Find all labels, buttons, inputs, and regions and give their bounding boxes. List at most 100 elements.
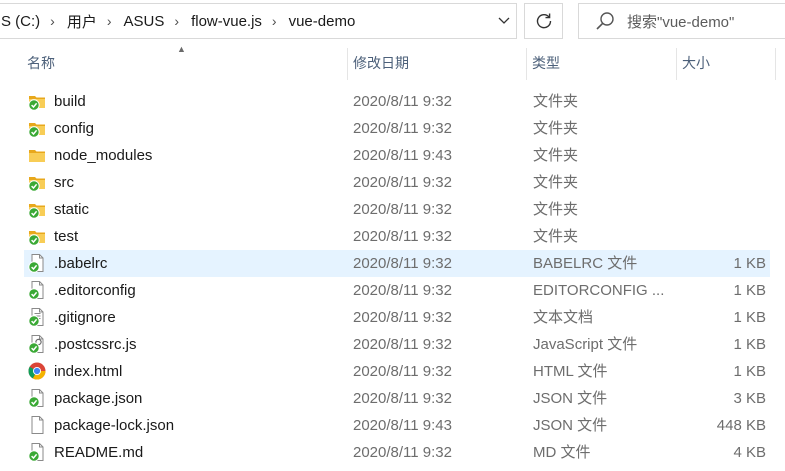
column-header-name[interactable]: 名称 — [27, 44, 347, 82]
file-name: .postcssrc.js — [54, 336, 137, 353]
file-synced-icon — [27, 388, 47, 408]
column-header-type[interactable]: 类型 — [532, 44, 672, 82]
file-row[interactable]: test 2020/8/11 9:32 文件夹 — [24, 223, 770, 250]
file-type: 文件夹 — [533, 228, 579, 245]
breadcrumb-separator-icon[interactable]: › — [266, 13, 283, 29]
address-bar[interactable]: S (C:) › 用户 › ASUS › flow-vue.js › vue-d… — [0, 3, 517, 39]
file-type: 文件夹 — [533, 174, 579, 191]
file-size: 1 KB — [733, 363, 766, 380]
file-modified-date: 2020/8/11 9:32 — [353, 255, 452, 272]
file-type: 文件夹 — [533, 201, 579, 218]
file-size: 3 KB — [733, 390, 766, 407]
file-type: 文件夹 — [533, 93, 579, 110]
column-divider[interactable] — [775, 48, 776, 80]
file-modified-date: 2020/8/11 9:32 — [353, 174, 452, 191]
file-name: node_modules — [54, 147, 153, 164]
file-name: config — [54, 120, 95, 137]
address-history-dropdown-icon[interactable] — [491, 3, 517, 39]
file-row[interactable]: .postcssrc.js 2020/8/11 9:32 JavaScript 文件… — [24, 331, 770, 358]
folder-synced-icon — [27, 226, 47, 246]
breadcrumb-flow-vue[interactable]: flow-vue.js — [185, 13, 266, 30]
file-row[interactable]: .babelrc 2020/8/11 9:32 BABELRC 文件 1 KB — [24, 250, 770, 277]
file-modified-date: 2020/8/11 9:43 — [353, 417, 452, 434]
file-name: .gitignore — [54, 309, 116, 326]
file-name: src — [54, 174, 74, 191]
file-type: EDITORCONFIG ... — [533, 282, 665, 299]
file-name: .babelrc — [54, 255, 108, 272]
file-modified-date: 2020/8/11 9:43 — [353, 147, 452, 164]
file-synced-icon — [27, 253, 47, 273]
file-name: test — [54, 228, 79, 245]
column-divider[interactable] — [526, 48, 527, 80]
file-name: README.md — [54, 444, 144, 461]
file-modified-date: 2020/8/11 9:32 — [353, 444, 452, 461]
file-modified-date: 2020/8/11 9:32 — [353, 282, 452, 299]
file-type: BABELRC 文件 — [533, 255, 638, 272]
file-name: static — [54, 201, 90, 218]
search-placeholder[interactable]: 搜索"vue-demo" — [627, 11, 734, 32]
file-modified-date: 2020/8/11 9:32 — [353, 390, 452, 407]
file-size: 1 KB — [733, 336, 766, 353]
file-row[interactable]: package.json 2020/8/11 9:32 JSON 文件 3 KB — [24, 385, 770, 412]
column-divider[interactable] — [347, 48, 348, 80]
folder-synced-icon — [27, 118, 47, 138]
file-size: 4 KB — [733, 444, 766, 461]
file-row[interactable]: build 2020/8/11 9:32 文件夹 — [24, 88, 770, 115]
file-row[interactable]: .editorconfig 2020/8/11 9:32 EDITORCONFIG … — [24, 277, 770, 304]
file-type: 文件夹 — [533, 120, 579, 137]
folder-synced-icon — [27, 91, 47, 111]
file-row[interactable]: package-lock.json 2020/8/11 9:43 JSON 文件 44… — [24, 412, 770, 439]
file-size: 1 KB — [733, 282, 766, 299]
script-file-synced-icon — [27, 334, 47, 354]
file-type: HTML 文件 — [533, 363, 608, 380]
breadcrumb-separator-icon[interactable]: › — [44, 13, 61, 29]
column-headers: ▲ 名称 修改日期 类型 大小 — [0, 44, 785, 82]
file-row[interactable]: README.md 2020/8/11 9:32 MD 文件 4 KB — [24, 439, 770, 466]
file-type: MD 文件 — [533, 444, 591, 461]
file-modified-date: 2020/8/11 9:32 — [353, 309, 452, 326]
file-modified-date: 2020/8/11 9:32 — [353, 336, 452, 353]
text-file-synced-icon — [27, 307, 47, 327]
breadcrumb-separator-icon[interactable]: › — [101, 13, 118, 29]
file-type: JSON 文件 — [533, 390, 608, 407]
file-icon — [27, 415, 47, 435]
file-modified-date: 2020/8/11 9:32 — [353, 201, 452, 218]
file-modified-date: 2020/8/11 9:32 — [353, 93, 452, 110]
file-synced-icon — [27, 442, 47, 462]
folder-synced-icon — [27, 199, 47, 219]
breadcrumb-drive[interactable]: S (C:) — [0, 13, 44, 30]
breadcrumb-asus[interactable]: ASUS — [118, 13, 169, 30]
file-row[interactable]: static 2020/8/11 9:32 文件夹 — [24, 196, 770, 223]
column-header-size[interactable]: 大小 — [682, 44, 782, 82]
refresh-icon — [536, 13, 551, 29]
file-name: index.html — [54, 363, 123, 380]
column-header-date[interactable]: 修改日期 — [353, 44, 523, 82]
column-divider[interactable] — [676, 48, 677, 80]
breadcrumb-vue-demo[interactable]: vue-demo — [283, 13, 360, 30]
file-modified-date: 2020/8/11 9:32 — [353, 120, 452, 137]
file-row[interactable]: .gitignore 2020/8/11 9:32 文本文档 1 KB — [24, 304, 770, 331]
search-box[interactable]: 搜索"vue-demo" — [578, 3, 785, 39]
chrome-html-icon — [27, 361, 47, 381]
file-row[interactable]: index.html 2020/8/11 9:32 HTML 文件 1 KB — [24, 358, 770, 385]
file-row[interactable]: node_modules 2020/8/11 9:43 文件夹 — [24, 142, 770, 169]
file-name: package-lock.json — [54, 417, 175, 434]
file-row[interactable]: src 2020/8/11 9:32 文件夹 — [24, 169, 770, 196]
file-modified-date: 2020/8/11 9:32 — [353, 228, 452, 245]
breadcrumb-users[interactable]: 用户 — [61, 11, 101, 32]
folder-synced-icon — [27, 172, 47, 192]
breadcrumb-separator-icon[interactable]: › — [168, 13, 185, 29]
folder-icon — [27, 145, 47, 165]
search-icon — [593, 9, 617, 33]
navigation-bar: S (C:) › 用户 › ASUS › flow-vue.js › vue-d… — [0, 0, 785, 44]
file-row[interactable]: config 2020/8/11 9:32 文件夹 — [24, 115, 770, 142]
file-size: 1 KB — [733, 255, 766, 272]
file-name: .editorconfig — [54, 282, 136, 299]
file-modified-date: 2020/8/11 9:32 — [353, 363, 452, 380]
file-type: JSON 文件 — [533, 417, 608, 434]
file-type: JavaScript 文件 — [533, 336, 638, 353]
file-type: 文本文档 — [533, 309, 594, 326]
file-size: 1 KB — [733, 309, 766, 326]
file-name: build — [54, 93, 86, 110]
refresh-button[interactable] — [524, 3, 563, 39]
